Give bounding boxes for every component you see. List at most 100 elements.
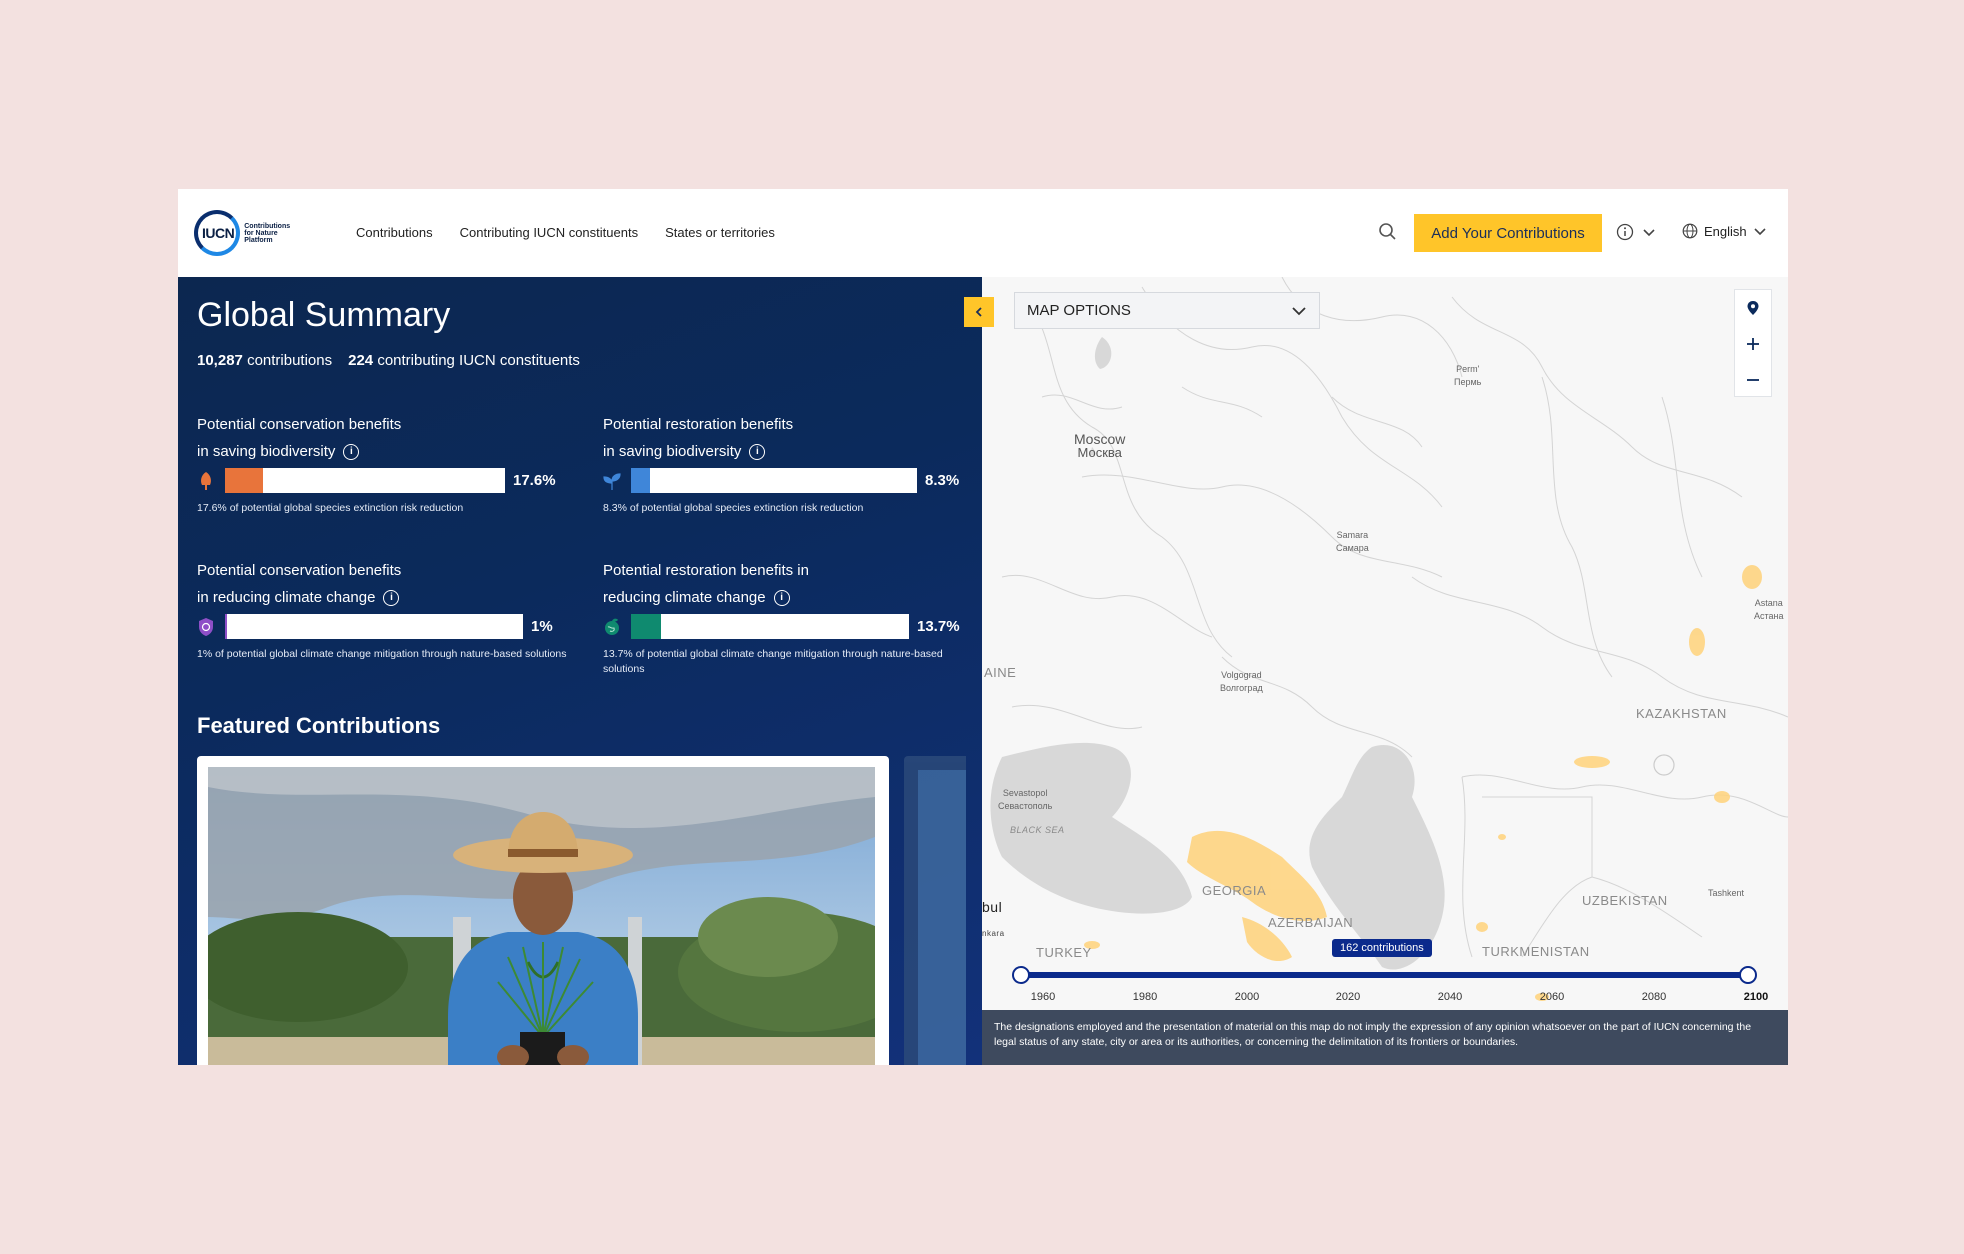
summary-counts: 10,287 contributions 224 contributing IU…	[197, 352, 580, 369]
add-contributions-button[interactable]: Add Your Contributions	[1414, 214, 1602, 252]
tick-label: 1980	[1132, 991, 1158, 1003]
search-icon[interactable]	[1378, 222, 1398, 242]
metric-subtitle: in reducing climate change	[197, 589, 376, 606]
sea-label-black-sea: BLACK SEA	[1010, 825, 1065, 835]
tick-label: 2100	[1743, 991, 1769, 1003]
metric-subtitle: in saving biodiversity	[197, 443, 336, 460]
zoom-out-button[interactable]	[1735, 362, 1771, 398]
nav-constituents[interactable]: Contributing IUCN constituents	[460, 225, 638, 240]
timeline-end-handle[interactable]	[1739, 966, 1757, 984]
tick-label: 2060	[1539, 991, 1565, 1003]
nav-states[interactable]: States or territories	[665, 225, 775, 240]
plus-icon	[1747, 338, 1759, 350]
progress-bar	[225, 614, 523, 639]
constituents-label: contributing IUCN constituents	[377, 352, 580, 369]
metric-description: 17.6% of potential global species extinc…	[197, 502, 464, 514]
contributions-badge: 162 contributions	[1332, 939, 1432, 957]
country-label-kazakhstan: KAZAKHSTAN	[1636, 706, 1727, 721]
language-label: English	[1704, 223, 1747, 239]
metric-title: Potential conservation benefits	[197, 562, 402, 579]
info-icon[interactable]: i	[749, 443, 766, 460]
constituents-count-text: 224 contributing IUCN constituents	[348, 352, 580, 369]
iucn-logo[interactable]: IUCN Contributions for Nature Platform	[194, 209, 304, 257]
summary-panel: Global Summary 10,287 contributions 224 …	[178, 277, 982, 1065]
metric-value: 1%	[531, 618, 553, 635]
tick-label: 2000	[1234, 991, 1260, 1003]
app-window: IUCN Contributions for Nature Platform C…	[178, 189, 1788, 1065]
info-icon	[1616, 223, 1634, 241]
language-selector[interactable]: English	[1682, 223, 1767, 239]
map-options-label: MAP OPTIONS	[1027, 302, 1131, 319]
contributions-count-text: 10,287 contributions	[197, 352, 332, 369]
info-icon[interactable]: i	[773, 589, 790, 606]
city-label-samara: Samara Самара	[1336, 529, 1369, 555]
next-featured-card[interactable]	[904, 756, 966, 1065]
chevron-down-icon	[1643, 229, 1655, 237]
timeline-start-handle[interactable]	[1012, 966, 1030, 984]
metric-description: 13.7% of potential global climate change…	[603, 648, 943, 675]
city-local-name: Москва	[1077, 445, 1122, 460]
featured-card[interactable]	[197, 756, 889, 1065]
progress-fill	[225, 468, 263, 493]
city-local-name: Севастополь	[998, 801, 1053, 811]
tick-label: 2020	[1335, 991, 1361, 1003]
progress-bar	[631, 468, 917, 493]
tree-icon	[201, 471, 211, 490]
city-name: Perm'	[1456, 364, 1480, 374]
map-options-dropdown[interactable]: MAP OPTIONS	[1014, 292, 1320, 329]
city-name: Sevastopol	[1002, 788, 1048, 798]
city-name: Volgograd	[1221, 670, 1262, 680]
tick-label: 1960	[1030, 991, 1056, 1003]
metric-conservation-biodiversity: Potential conservation benefits in savin…	[197, 411, 577, 516]
info-icon[interactable]: i	[383, 589, 400, 606]
country-label-azerbaijan: AZERBAIJAN	[1268, 915, 1354, 930]
progress-fill	[631, 614, 661, 639]
collapse-panel-button[interactable]	[964, 297, 994, 327]
progress-bar	[225, 468, 505, 493]
city-name: Samara	[1336, 530, 1369, 540]
metric-value: 13.7%	[917, 618, 960, 635]
tick-label: 2040	[1437, 991, 1463, 1003]
timeline-slider[interactable]: 162 contributions 1960 1980 2000 2020 20…	[982, 937, 1788, 1003]
city-label-perm: Perm' Пермь	[1454, 363, 1481, 389]
globe-icon	[1682, 223, 1698, 239]
tick-label: 2080	[1641, 991, 1667, 1003]
logo-subtitle: Contributions for Nature Platform	[244, 222, 291, 244]
city-local-name: Астана	[1754, 611, 1784, 621]
timeline-track[interactable]	[1020, 972, 1750, 978]
globe-leaf-icon	[605, 618, 619, 635]
info-dropdown[interactable]	[1616, 223, 1656, 241]
city-label-moscow: Moscow Москва	[1074, 432, 1125, 460]
main-nav: Contributions Contributing IUCN constitu…	[356, 225, 775, 240]
metric-value: 17.6%	[513, 472, 556, 489]
contributions-count: 10,287	[197, 352, 243, 369]
country-label-uzbekistan: UZBEKISTAN	[1582, 893, 1668, 908]
city-local-name: Пермь	[1454, 377, 1482, 387]
locate-pin-button[interactable]	[1735, 290, 1771, 326]
metric-conservation-climate: Potential conservation benefits in reduc…	[197, 557, 577, 662]
top-header: IUCN Contributions for Nature Platform C…	[178, 189, 1788, 277]
map-controls	[1734, 289, 1772, 397]
country-label-ukraine: AINE	[984, 665, 1017, 680]
metric-title: Potential restoration benefits in	[603, 562, 809, 579]
map-view[interactable]: MAP OPTIONS Moscow Москва Perm' Пермь Sama…	[982, 277, 1788, 1065]
minus-icon	[1747, 379, 1759, 381]
logo-word: IUCN	[202, 225, 235, 241]
nav-contributions[interactable]: Contributions	[356, 225, 433, 240]
metric-description: 8.3% of potential global species extinct…	[603, 502, 864, 514]
contributions-label: contributions	[247, 352, 333, 369]
city-local-name: Волгоград	[1220, 683, 1263, 693]
city-name: Astana	[1754, 598, 1783, 608]
featured-title: Featured Contributions	[197, 713, 441, 738]
progress-fill	[631, 468, 650, 493]
metric-value: 8.3%	[925, 472, 960, 489]
city-label-istanbul: bul	[982, 899, 1003, 915]
info-icon[interactable]: i	[343, 443, 360, 460]
city-label-tashkent: Tashkent	[1708, 887, 1744, 900]
metric-title: Potential restoration benefits	[603, 416, 794, 433]
metric-restoration-biodiversity: Potential restoration benefits in saving…	[603, 411, 982, 516]
zoom-in-button[interactable]	[1735, 326, 1771, 362]
page-title: Global Summary	[197, 296, 451, 334]
sprout-icon	[603, 472, 621, 490]
metric-restoration-climate: Potential restoration benefits in reduci…	[603, 557, 982, 677]
